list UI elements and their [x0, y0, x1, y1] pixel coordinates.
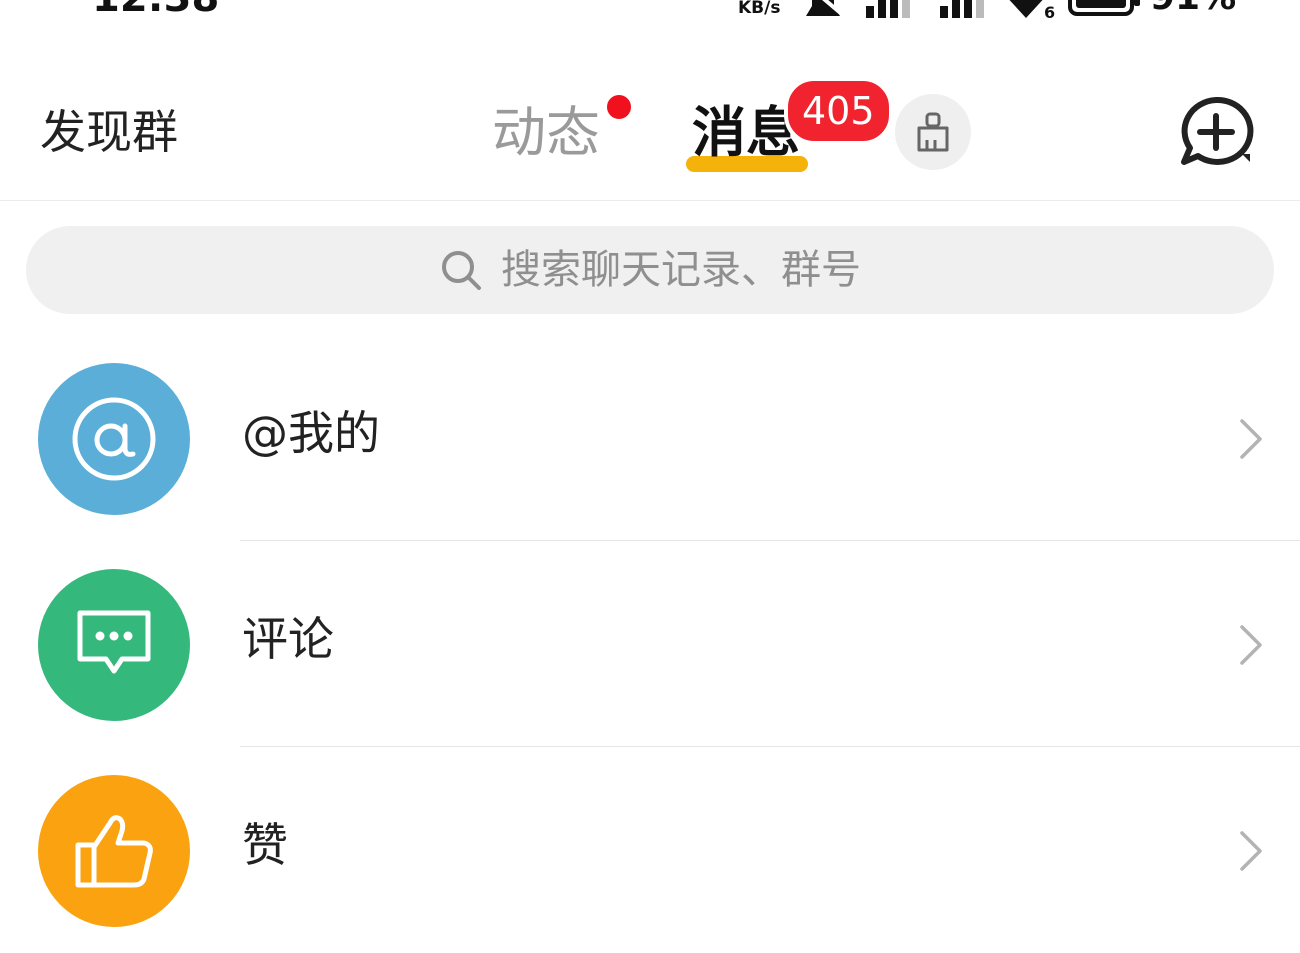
- battery-icon: [1068, 0, 1140, 16]
- signal-icon-1: [866, 0, 910, 18]
- search-icon: [442, 251, 481, 290]
- mentions-avatar: [38, 363, 190, 515]
- at-icon: [72, 397, 156, 481]
- chevron-right-icon: [1240, 419, 1262, 459]
- comment-icon: [77, 610, 151, 674]
- chevron-right-icon: [1240, 625, 1262, 665]
- list-item-comments[interactable]: 评论: [0, 541, 1300, 747]
- add-chat-icon: [1181, 96, 1254, 165]
- discover-groups-link[interactable]: 发现群: [40, 102, 178, 162]
- search-bar[interactable]: 搜索聊天记录、群号: [26, 226, 1274, 314]
- list-item-label: @我的: [242, 406, 380, 460]
- likes-avatar: [38, 775, 190, 927]
- clean-button[interactable]: [895, 94, 971, 170]
- network-speed-unit: KB/s: [738, 0, 781, 18]
- search-placeholder: 搜索聊天记录、群号: [501, 247, 861, 293]
- status-time: 12:38: [92, 0, 219, 18]
- add-chat-button[interactable]: [1176, 96, 1256, 170]
- list-item-label: 赞: [242, 818, 288, 872]
- status-bar: 12:38 KB/s 6 91%: [0, 0, 1300, 24]
- list-item-label: 评论: [242, 612, 334, 666]
- wifi-icon: 6: [1009, 0, 1055, 20]
- signal-icon-2: [940, 0, 984, 18]
- list-item-likes[interactable]: 赞: [0, 747, 1300, 953]
- chevron-right-icon: [1240, 831, 1262, 871]
- unread-count-badge: 405: [784, 77, 893, 145]
- battery-percent: 91%: [1150, 0, 1236, 16]
- svg-text:6: 6: [1044, 3, 1055, 20]
- thumbs-up-icon: [75, 815, 153, 888]
- top-nav: 发现群 动态 消息 405: [0, 60, 1300, 201]
- broom-icon: [917, 112, 949, 152]
- list-item-mentions[interactable]: @我的: [0, 335, 1300, 541]
- mute-bell-icon: [806, 0, 846, 18]
- unread-dot: [604, 92, 634, 122]
- comments-avatar: [38, 569, 190, 721]
- tab-dynamic[interactable]: 动态: [492, 98, 600, 168]
